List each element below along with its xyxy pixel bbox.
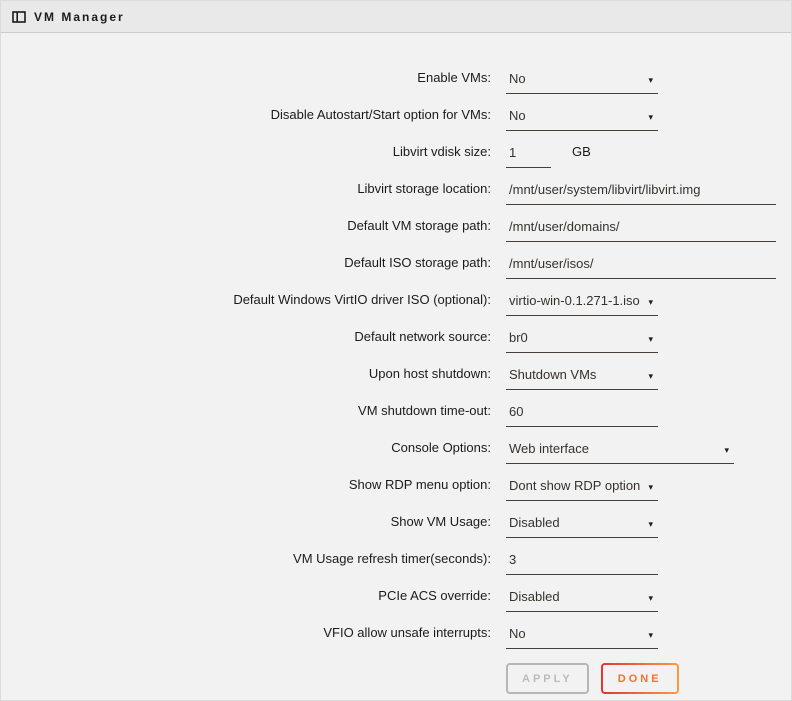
form-row: Default network source: br0 ▾ [1,316,791,353]
form-row: PCIe ACS override: Disabled ▾ [1,575,791,612]
input-value: /mnt/user/domains/ [509,219,620,234]
field-label: Libvirt storage location: [1,181,491,205]
show-vm-usage-select[interactable]: Disabled ▾ [506,515,658,538]
field-label: Console Options: [1,440,491,464]
field-label: VM Usage refresh timer(seconds): [1,551,491,575]
enable-vms-select[interactable]: No ▾ [506,71,658,94]
input-value: 1 [509,145,516,160]
vm-manager-form: Enable VMs: No ▾ Disable Autostart/Start… [1,33,791,694]
field-label: Libvirt vdisk size: [1,144,491,168]
dropdown-arrow-icon: ▾ [648,631,653,640]
field-label: VFIO allow unsafe interrupts: [1,625,491,649]
pcie-acs-override-select[interactable]: Disabled ▾ [506,589,658,612]
vfio-unsafe-interrupts-select[interactable]: No ▾ [506,626,658,649]
field-label: Default network source: [1,329,491,353]
dropdown-arrow-icon: ▾ [724,446,729,455]
field-label: Enable VMs: [1,70,491,94]
default-network-source-select[interactable]: br0 ▾ [506,330,658,353]
titlebar: VM Manager [1,1,791,33]
select-value: No [509,71,526,86]
dropdown-arrow-icon: ▾ [648,298,653,307]
dropdown-arrow-icon: ▾ [648,76,653,85]
default-vm-storage-path-input[interactable]: /mnt/user/domains/ [506,219,776,242]
field-label: Show VM Usage: [1,514,491,538]
field-label: Disable Autostart/Start option for VMs: [1,107,491,131]
vm-usage-refresh-timer-input[interactable]: 3 [506,552,658,575]
dropdown-arrow-icon: ▾ [648,594,653,603]
dropdown-arrow-icon: ▾ [648,483,653,492]
form-row: VM Usage refresh timer(seconds): 3 [1,538,791,575]
field-label: VM shutdown time-out: [1,403,491,427]
field-label: PCIe ACS override: [1,588,491,612]
libvirt-vdisk-size-input[interactable]: 1 [506,145,551,168]
virtio-driver-iso-select[interactable]: virtio-win-0.1.271-1.iso ▾ [506,293,658,316]
form-row: Show RDP menu option: Dont show RDP opti… [1,464,791,501]
form-actions: APPLY DONE [1,663,791,694]
libvirt-storage-location-input[interactable]: /mnt/user/system/libvirt/libvirt.img [506,182,776,205]
select-value: virtio-win-0.1.271-1.iso [509,293,640,308]
unit-label: GB [572,144,591,168]
disable-autostart-select[interactable]: No ▾ [506,108,658,131]
form-row: Libvirt vdisk size: 1 GB [1,131,791,168]
field-label: Default ISO storage path: [1,255,491,279]
form-row: Default Windows VirtIO driver ISO (optio… [1,279,791,316]
dropdown-arrow-icon: ▾ [648,113,653,122]
select-value: Shutdown VMs [509,367,596,382]
rdp-menu-option-select[interactable]: Dont show RDP option ▾ [506,478,658,501]
done-button-border: DONE [601,663,679,694]
dropdown-arrow-icon: ▾ [648,372,653,381]
input-value: /mnt/user/system/libvirt/libvirt.img [509,182,700,197]
form-row: Libvirt storage location: /mnt/user/syst… [1,168,791,205]
dropdown-arrow-icon: ▾ [648,335,653,344]
form-row: VFIO allow unsafe interrupts: No ▾ [1,612,791,649]
form-row: Upon host shutdown: Shutdown VMs ▾ [1,353,791,390]
select-value: Disabled [509,589,560,604]
vm-shutdown-timeout-input[interactable]: 60 [506,404,658,427]
select-value: Dont show RDP option [509,478,640,493]
form-row: Console Options: Web interface ▾ [1,427,791,464]
apply-button[interactable]: APPLY [506,663,589,694]
form-row: Enable VMs: No ▾ [1,57,791,94]
form-row: Default ISO storage path: /mnt/user/isos… [1,242,791,279]
select-value: Disabled [509,515,560,530]
input-value: 60 [509,404,523,419]
form-row: Disable Autostart/Start option for VMs: … [1,94,791,131]
field-label: Upon host shutdown: [1,366,491,390]
form-row: Default VM storage path: /mnt/user/domai… [1,205,791,242]
form-row: VM shutdown time-out: 60 [1,390,791,427]
field-label: Default VM storage path: [1,218,491,242]
select-value: No [509,626,526,641]
select-value: No [509,108,526,123]
field-label: Show RDP menu option: [1,477,491,501]
page-title: VM Manager [34,10,125,24]
default-iso-storage-path-input[interactable]: /mnt/user/isos/ [506,256,776,279]
field-label: Default Windows VirtIO driver ISO (optio… [1,292,491,316]
console-options-select[interactable]: Web interface ▾ [506,441,734,464]
select-value: Web interface [509,441,589,456]
dropdown-arrow-icon: ▾ [648,520,653,529]
select-value: br0 [509,330,528,345]
done-button[interactable]: DONE [603,665,677,692]
host-shutdown-action-select[interactable]: Shutdown VMs ▾ [506,367,658,390]
form-row: Show VM Usage: Disabled ▾ [1,501,791,538]
columns-icon [12,11,26,23]
input-value: 3 [509,552,516,567]
input-value: /mnt/user/isos/ [509,256,594,271]
